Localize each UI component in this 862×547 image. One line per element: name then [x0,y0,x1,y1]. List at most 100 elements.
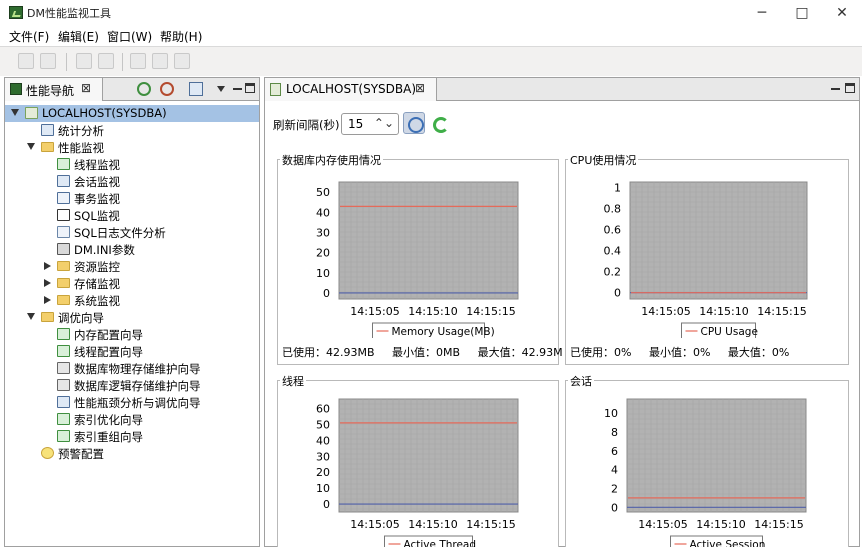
refresh-interval-value[interactable]: 15 [348,117,363,131]
folder-icon [57,261,70,271]
maximize-view-icon[interactable] [245,83,255,93]
tree-item-label: 调优向导 [58,311,104,325]
collapse-arrow-icon[interactable] [11,109,19,116]
x-tick-label: 14:15:05 [641,305,690,318]
storage-icon [57,362,70,374]
navigation-panel: 性能导航 ⊠ LOCALHOST(SYSDBA) 统计分析 性能监视 线程监视 会话监视… [4,77,260,547]
y-tick-label: 10 [316,482,330,495]
thread-icon [57,345,70,357]
y-tick-label: 0 [611,501,618,514]
tree-item[interactable]: LOCALHOST(SYSDBA) [5,105,259,122]
tab-label: LOCALHOST(SYSDBA) [286,82,417,96]
thread-group: 线程 0 10 20 30 40 50 60 14:15:05 14:15:10 14:15:15… [277,373,559,547]
y-tick-label: 50 [316,418,330,431]
y-tick-label: 50 [316,186,330,199]
folder-icon [41,312,54,322]
minimize-view-icon[interactable] [831,88,840,90]
spinner-arrows-icon[interactable]: ⌃⌄ [374,116,394,130]
save-all-icon[interactable] [40,53,56,69]
y-tick-label: 10 [604,407,618,420]
menu-help[interactable]: 帮助(H) [160,28,202,45]
x-tick-label: 14:15:10 [408,305,457,318]
tab-close-icon[interactable]: ⊠ [81,81,91,95]
tab-close-icon[interactable]: ⊠ [415,81,425,95]
tree-item-label: 索引优化向导 [74,413,143,427]
collapse-arrow-icon[interactable] [27,143,35,150]
tree-item-label: 存储监视 [74,277,120,291]
thread-chart: 0 10 20 30 40 50 60 14:15:05 14:15:10 14:15:15 Act… [316,398,519,547]
refresh-toolbar: 刷新间隔(秒) 15 ⌃⌄ [267,109,857,139]
y-tick-label: 30 [316,226,330,239]
x-tick-label: 14:15:05 [350,518,399,531]
y-tick-label: 0.6 [604,223,622,236]
monitor-tabbar: LOCALHOST(SYSDBA) ⊠ [265,78,859,101]
cpu-max: 最大值：0% [727,346,790,359]
cpu-min: 最小值：0% [648,346,711,359]
expand-arrow-icon[interactable] [44,262,51,270]
tab-localhost[interactable]: LOCALHOST(SYSDBA) ⊠ [265,78,437,101]
menu-window[interactable]: 窗口(W) [107,28,152,45]
cpu-used: 已使用：0% [570,346,632,359]
folder-icon [57,278,70,288]
x-tick-label: 14:15:10 [408,518,457,531]
folder-icon [57,295,70,305]
tree-item-label: 会话监视 [74,175,120,189]
refresh-tree-icon[interactable] [189,82,203,96]
refresh-interval-spinner[interactable]: 15 ⌃⌄ [341,113,399,135]
disconnect-icon[interactable] [160,82,174,96]
y-tick-label: 40 [316,206,330,219]
maximize-view-icon[interactable] [845,83,855,93]
view-menu-icon[interactable] [217,86,225,92]
x-tick-label: 14:15:10 [699,305,748,318]
thread-icon [57,158,70,170]
session-group: 会话 0 2 4 6 8 10 14:15:05 14:15:10 14:15:15 Active… [565,373,849,547]
y-tick-label: 1 [614,181,621,194]
undo-icon[interactable] [76,53,92,69]
tree-item-label: 系统监视 [74,294,120,308]
toolbar-separator [122,53,123,71]
index-icon [57,430,70,442]
x-tick-label: 14:15:15 [754,518,803,531]
legend-label: Memory Usage(MB) [392,326,495,338]
navigation-tree: LOCALHOST(SYSDBA) 统计分析 性能监视 线程监视 会话监视 事务监视 SQL… [5,105,259,545]
maximize-button[interactable]: □ [782,0,822,26]
plot-area [338,398,519,513]
tree-item-label: 数据库物理存储维护向导 [74,362,201,376]
warning-icon [41,447,54,459]
copy-icon[interactable] [152,53,168,69]
ini-icon [57,243,70,255]
tree-item-label: SQL日志文件分析 [74,226,166,240]
y-tick-label: 0 [323,287,330,300]
expand-arrow-icon[interactable] [44,296,51,304]
y-tick-label: 20 [316,247,330,260]
redo-icon[interactable] [98,53,114,69]
connect-icon[interactable] [137,82,151,96]
tree-item-label: LOCALHOST(SYSDBA) [42,106,167,120]
memory-usage-chart: 0 10 20 30 40 50 14:15:05 14:15:10 14:15:15 Memor… [316,181,519,338]
x-tick-label: 14:15:15 [466,305,515,318]
memory-icon [57,328,70,340]
legend-label: Active Thread [404,539,477,547]
tab-performance-nav[interactable]: 性能导航 ⊠ [5,78,103,101]
plot-area [338,181,519,300]
minimize-view-icon[interactable] [233,88,242,90]
memory-used: 已使用：42.93MB [282,346,375,359]
delete-icon[interactable] [174,53,190,69]
cut-icon[interactable] [130,53,146,69]
y-tick-label: 0 [614,287,621,300]
tree-item-label: SQL监视 [74,209,120,223]
collapse-arrow-icon[interactable] [27,313,35,320]
menu-file[interactable]: 文件(F) [9,28,49,45]
memory-usage-stats: 已使用：42.93MB 最小值：0MB 最大值：42.93M [282,344,577,360]
minimize-button[interactable]: ─ [742,0,782,26]
auto-refresh-button[interactable] [403,112,425,134]
session-chart: 0 2 4 6 8 10 14:15:05 14:15:10 14:15:15 Active Se… [604,398,807,547]
save-icon[interactable] [18,53,34,69]
menu-edit[interactable]: 编辑(E) [58,28,99,45]
tree-item-label: 数据库逻辑存储维护向导 [74,379,201,393]
memory-usage-group: 数据库内存使用情况 0 10 20 30 40 50 14:15:05 14:15:10 14:… [277,152,563,365]
expand-arrow-icon[interactable] [44,279,51,287]
refresh-now-icon[interactable] [431,115,449,133]
close-button[interactable]: ✕ [822,0,862,26]
x-tick-label: 14:15:15 [757,305,806,318]
